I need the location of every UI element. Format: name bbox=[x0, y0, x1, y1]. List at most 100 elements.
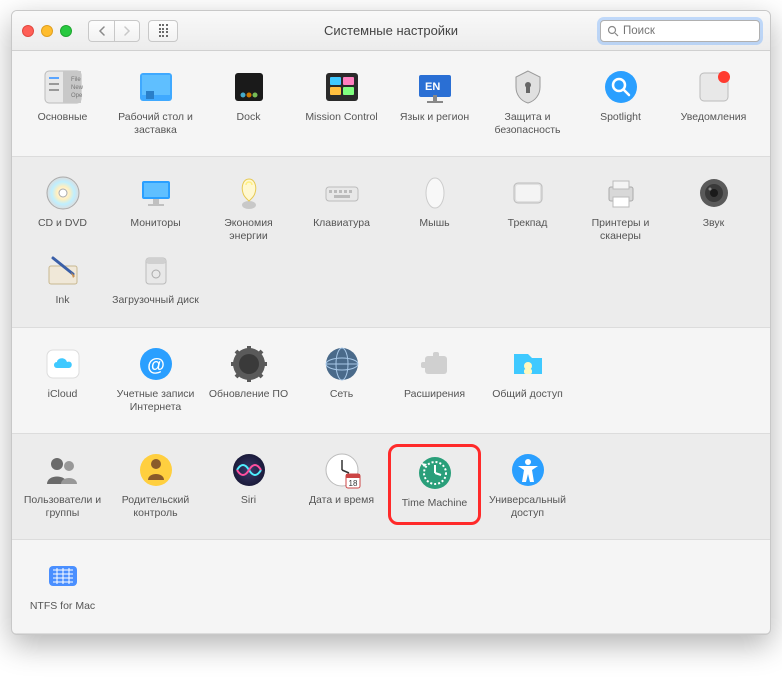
pref-accessibility[interactable]: Универсальный доступ bbox=[481, 446, 574, 523]
titlebar: Системные настройки bbox=[12, 11, 770, 51]
search-icon bbox=[607, 25, 619, 37]
window-controls bbox=[22, 25, 72, 37]
search-field[interactable] bbox=[600, 20, 760, 42]
pref-desktop[interactable]: Рабочий стол и заставка bbox=[109, 63, 202, 140]
startup-icon bbox=[136, 250, 176, 290]
cddvd-icon bbox=[43, 173, 83, 213]
pref-label: Экономия энергии bbox=[204, 217, 293, 242]
pref-label: Трекпад bbox=[508, 217, 548, 230]
pref-label: Мышь bbox=[419, 217, 449, 230]
pref-dock[interactable]: Dock bbox=[202, 63, 295, 140]
pref-general[interactable]: FileNewOpeОсновные bbox=[16, 63, 109, 140]
pref-label: Dock bbox=[237, 111, 261, 124]
pref-datetime[interactable]: 18Дата и время bbox=[295, 446, 388, 523]
pref-label: CD и DVD bbox=[38, 217, 87, 230]
printers-icon bbox=[601, 173, 641, 213]
displays-icon bbox=[136, 173, 176, 213]
pref-sharing[interactable]: Общий доступ bbox=[481, 340, 574, 417]
forward-button[interactable] bbox=[114, 20, 140, 42]
pref-ink[interactable]: Ink bbox=[16, 246, 109, 311]
pref-keyboard[interactable]: Клавиатура bbox=[295, 169, 388, 246]
chevron-left-icon bbox=[98, 26, 106, 36]
pref-label: Пользователи и группы bbox=[18, 494, 107, 519]
back-button[interactable] bbox=[88, 20, 114, 42]
pref-timemachine[interactable]: Time Machine bbox=[388, 444, 481, 525]
pref-label: Родительский контроль bbox=[111, 494, 200, 519]
parental-icon bbox=[136, 450, 176, 490]
pref-label: Siri bbox=[241, 494, 256, 507]
ntfs-icon bbox=[43, 556, 83, 596]
svg-text:@: @ bbox=[147, 355, 165, 375]
pref-label: Звук bbox=[703, 217, 725, 230]
pref-network[interactable]: Сеть bbox=[295, 340, 388, 417]
trackpad-icon bbox=[508, 173, 548, 213]
pref-label: Уведомления bbox=[681, 111, 747, 124]
pref-notifications[interactable]: Уведомления bbox=[667, 63, 760, 140]
pref-icloud[interactable]: iCloud bbox=[16, 340, 109, 417]
section-4: NTFS for Mac bbox=[12, 540, 770, 634]
pref-label: Общий доступ bbox=[492, 388, 563, 401]
pref-mouse[interactable]: Мышь bbox=[388, 169, 481, 246]
accounts-icon: @ bbox=[136, 344, 176, 384]
pref-spotlight[interactable]: Spotlight bbox=[574, 63, 667, 140]
pref-siri[interactable]: Siri bbox=[202, 446, 295, 523]
row: Пользователи и группыРодительский контро… bbox=[16, 446, 766, 523]
mouse-icon bbox=[415, 173, 455, 213]
pref-label: NTFS for Mac bbox=[30, 600, 95, 613]
keyboard-icon bbox=[322, 173, 362, 213]
pref-label: Мониторы bbox=[130, 217, 180, 230]
software-icon bbox=[229, 344, 269, 384]
search-input[interactable] bbox=[623, 25, 753, 37]
pref-security[interactable]: Защита и безопасность bbox=[481, 63, 574, 140]
close-button[interactable] bbox=[22, 25, 34, 37]
pref-printers[interactable]: Принтеры и сканеры bbox=[574, 169, 667, 246]
pref-label: Защита и безопасность bbox=[483, 111, 572, 136]
extensions-icon bbox=[415, 344, 455, 384]
datetime-icon: 18 bbox=[322, 450, 362, 490]
grid-icon bbox=[159, 24, 168, 37]
row: iCloud @ Учетные записи Интернета Обновлени… bbox=[16, 340, 766, 417]
svg-text:18: 18 bbox=[348, 479, 357, 488]
general-icon: FileNewOpe bbox=[43, 67, 83, 107]
pref-label: Ink bbox=[55, 294, 69, 307]
pref-label: Spotlight bbox=[600, 111, 641, 124]
pref-label: Обновление ПО bbox=[209, 388, 288, 401]
svg-text:EN: EN bbox=[425, 81, 440, 93]
pref-trackpad[interactable]: Трекпад bbox=[481, 169, 574, 246]
notifications-icon bbox=[694, 67, 734, 107]
pref-mission[interactable]: Mission Control bbox=[295, 63, 388, 140]
desktop-icon bbox=[136, 67, 176, 107]
pref-label: Расширения bbox=[404, 388, 465, 401]
section-3: Пользователи и группыРодительский контро… bbox=[12, 434, 770, 540]
preferences-grid: FileNewOpeОсновныеРабочий стол и заставк… bbox=[12, 51, 770, 634]
show-all-button[interactable] bbox=[148, 20, 178, 42]
system-preferences-window: Системные настройки FileNewOpeОсновныеРа… bbox=[11, 10, 771, 635]
language-icon: EN bbox=[415, 67, 455, 107]
zoom-button[interactable] bbox=[60, 25, 72, 37]
minimize-button[interactable] bbox=[41, 25, 53, 37]
pref-language[interactable]: ENЯзык и регион bbox=[388, 63, 481, 140]
pref-label: Универсальный доступ bbox=[483, 494, 572, 519]
pref-label: Сеть bbox=[330, 388, 353, 401]
pref-sound[interactable]: Звук bbox=[667, 169, 760, 246]
pref-parental[interactable]: Родительский контроль bbox=[109, 446, 202, 523]
ink-icon bbox=[43, 250, 83, 290]
section-1: CD и DVD Мониторы Экономия энергии Клавиату… bbox=[12, 157, 770, 328]
pref-ntfs[interactable]: NTFS for Mac bbox=[16, 552, 109, 617]
pref-software[interactable]: Обновление ПО bbox=[202, 340, 295, 417]
pref-label: Учетные записи Интернета bbox=[111, 388, 200, 413]
chevron-right-icon bbox=[123, 26, 131, 36]
pref-label: Принтеры и сканеры bbox=[576, 217, 665, 242]
mission-icon bbox=[322, 67, 362, 107]
pref-extensions[interactable]: Расширения bbox=[388, 340, 481, 417]
pref-label: Mission Control bbox=[305, 111, 377, 124]
pref-energy[interactable]: Экономия энергии bbox=[202, 169, 295, 246]
icloud-icon bbox=[43, 344, 83, 384]
pref-cddvd[interactable]: CD и DVD bbox=[16, 169, 109, 246]
pref-startup[interactable]: Загрузочный диск bbox=[109, 246, 202, 311]
pref-displays[interactable]: Мониторы bbox=[109, 169, 202, 246]
pref-accounts[interactable]: @ Учетные записи Интернета bbox=[109, 340, 202, 417]
pref-label: Клавиатура bbox=[313, 217, 370, 230]
svg-text:File: File bbox=[71, 77, 81, 83]
pref-users[interactable]: Пользователи и группы bbox=[16, 446, 109, 523]
